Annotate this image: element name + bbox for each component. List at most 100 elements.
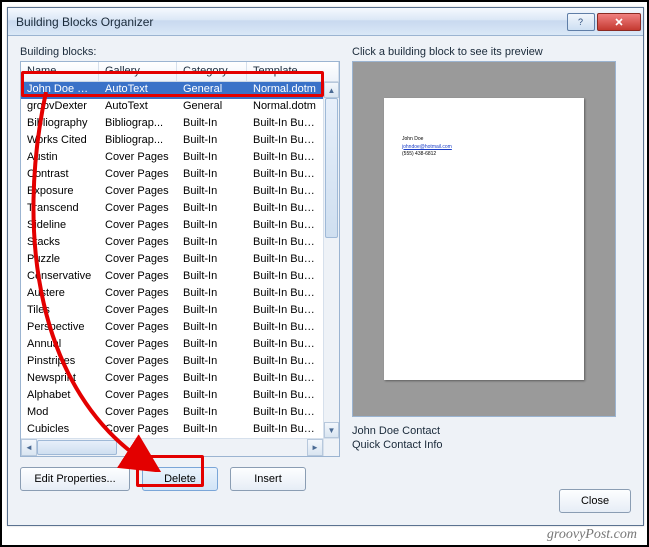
table-row[interactable]: ConservativeCover PagesBuilt-InBuilt-In …: [21, 269, 323, 286]
horizontal-scrollbar[interactable]: ◄ ►: [21, 438, 323, 456]
cell-category: Built-In: [177, 184, 247, 201]
table-row[interactable]: John Doe C...AutoTextGeneralNormal.dotm: [21, 82, 323, 99]
preview-box: John Doe johndoe@hotmail.com (555) 438-6…: [352, 61, 616, 417]
watermark: groovyPost.com: [547, 527, 637, 543]
edit-properties-button[interactable]: Edit Properties...: [20, 467, 130, 491]
cell-category: Built-In: [177, 252, 247, 269]
col-category[interactable]: Category: [177, 62, 247, 81]
scroll-thumb[interactable]: [325, 98, 338, 238]
dialog-building-blocks-organizer: Building Blocks Organizer ? Building blo…: [7, 7, 644, 526]
cell-name: Austere: [21, 286, 99, 303]
left-buttons: Edit Properties... Delete Insert: [20, 467, 340, 491]
cell-gallery: Bibliograp...: [99, 133, 177, 150]
cell-gallery: Cover Pages: [99, 150, 177, 167]
hscroll-thumb[interactable]: [37, 440, 117, 455]
cell-gallery: Cover Pages: [99, 252, 177, 269]
col-template[interactable]: Template: [247, 62, 339, 81]
left-pane: Building blocks: Name Gallery Category T…: [20, 46, 340, 491]
scroll-right-button[interactable]: ►: [307, 439, 323, 456]
titlebar[interactable]: Building Blocks Organizer ?: [8, 8, 643, 36]
cell-gallery: Bibliograp...: [99, 116, 177, 133]
cell-name: Alphabet: [21, 388, 99, 405]
cell-name: Cubicles: [21, 422, 99, 438]
table-row[interactable]: PuzzleCover PagesBuilt-InBuilt-In Buil..…: [21, 252, 323, 269]
table-row[interactable]: groovDexterAutoTextGeneralNormal.dotm: [21, 99, 323, 116]
cell-name: Contrast: [21, 167, 99, 184]
table-row[interactable]: SidelineCover PagesBuilt-InBuilt-In Buil…: [21, 218, 323, 235]
cell-category: General: [177, 82, 247, 99]
cell-name: Austin: [21, 150, 99, 167]
delete-button[interactable]: Delete: [142, 467, 218, 491]
scroll-down-button[interactable]: ▼: [324, 422, 339, 438]
cell-template: Built-In Buil...: [247, 235, 323, 252]
table-row[interactable]: AlphabetCover PagesBuilt-InBuilt-In Buil…: [21, 388, 323, 405]
cell-template: Built-In Buil...: [247, 116, 323, 133]
cell-template: Built-In Buil...: [247, 422, 323, 438]
table-row[interactable]: AustereCover PagesBuilt-InBuilt-In Buil.…: [21, 286, 323, 303]
table-row[interactable]: ContrastCover PagesBuilt-InBuilt-In Buil…: [21, 167, 323, 184]
table-row[interactable]: Works CitedBibliograp...Built-InBuilt-In…: [21, 133, 323, 150]
preview-name: John Doe Contact: [352, 425, 631, 437]
cell-gallery: AutoText: [99, 99, 177, 116]
preview-label: Click a building block to see its previe…: [352, 46, 631, 58]
help-button[interactable]: ?: [567, 13, 595, 31]
cell-category: Built-In: [177, 116, 247, 133]
cell-template: Built-In Buil...: [247, 303, 323, 320]
cell-category: Built-In: [177, 133, 247, 150]
right-pane: Click a building block to see its previe…: [352, 46, 631, 451]
hscroll-track[interactable]: [37, 439, 307, 456]
footer-buttons: Close: [559, 489, 631, 513]
cell-template: Built-In Buil...: [247, 218, 323, 235]
cell-template: Built-In Buil...: [247, 201, 323, 218]
table-row[interactable]: BibliographyBibliograp...Built-InBuilt-I…: [21, 116, 323, 133]
table-row[interactable]: ModCover PagesBuilt-InBuilt-In Buil...: [21, 405, 323, 422]
table-row[interactable]: NewsprintCover PagesBuilt-InBuilt-In Bui…: [21, 371, 323, 388]
window-title: Building Blocks Organizer: [16, 15, 153, 29]
close-window-button[interactable]: [597, 13, 641, 31]
cell-template: Built-In Buil...: [247, 371, 323, 388]
cell-template: Built-In Buil...: [247, 320, 323, 337]
table-row[interactable]: TilesCover PagesBuilt-InBuilt-In Buil...: [21, 303, 323, 320]
cell-category: Built-In: [177, 286, 247, 303]
col-name[interactable]: Name: [21, 62, 99, 81]
scroll-left-button[interactable]: ◄: [21, 439, 37, 456]
scroll-corner: [323, 438, 339, 456]
cell-name: Newsprint: [21, 371, 99, 388]
cell-template: Built-In Buil...: [247, 133, 323, 150]
vertical-scrollbar[interactable]: ▲ ▼: [323, 82, 339, 438]
cell-name: Exposure: [21, 184, 99, 201]
cell-name: Pinstripes: [21, 354, 99, 371]
cell-name: Annual: [21, 337, 99, 354]
table-row[interactable]: TranscendCover PagesBuilt-InBuilt-In Bui…: [21, 201, 323, 218]
cell-name: Bibliography: [21, 116, 99, 133]
table-row[interactable]: ExposureCover PagesBuilt-InBuilt-In Buil…: [21, 184, 323, 201]
cell-template: Built-In Buil...: [247, 337, 323, 354]
close-button[interactable]: Close: [559, 489, 631, 513]
cell-gallery: Cover Pages: [99, 388, 177, 405]
table-row[interactable]: PinstripesCover PagesBuilt-InBuilt-In Bu…: [21, 354, 323, 371]
scroll-up-button[interactable]: ▲: [324, 82, 339, 98]
table-row[interactable]: PerspectiveCover PagesBuilt-InBuilt-In B…: [21, 320, 323, 337]
cell-template: Built-In Buil...: [247, 405, 323, 422]
table-row[interactable]: AustinCover PagesBuilt-InBuilt-In Buil..…: [21, 150, 323, 167]
cell-gallery: Cover Pages: [99, 337, 177, 354]
col-gallery[interactable]: Gallery: [99, 62, 177, 81]
preview-line-2: johndoe@hotmail.com: [402, 144, 566, 152]
scroll-track[interactable]: [324, 98, 339, 422]
cell-category: Built-In: [177, 320, 247, 337]
cell-template: Normal.dotm: [247, 82, 323, 99]
cell-template: Built-In Buil...: [247, 184, 323, 201]
table-body: John Doe C...AutoTextGeneralNormal.dotmg…: [21, 82, 323, 438]
preview-description: Quick Contact Info: [352, 439, 631, 451]
insert-button[interactable]: Insert: [230, 467, 306, 491]
table-header: Name Gallery Category Template: [21, 62, 339, 82]
table-row[interactable]: CubiclesCover PagesBuilt-InBuilt-In Buil…: [21, 422, 323, 438]
cell-category: Built-In: [177, 150, 247, 167]
cell-template: Built-In Buil...: [247, 269, 323, 286]
cell-category: Built-In: [177, 218, 247, 235]
table-row[interactable]: StacksCover PagesBuilt-InBuilt-In Buil..…: [21, 235, 323, 252]
cell-name: Puzzle: [21, 252, 99, 269]
cell-template: Built-In Buil...: [247, 167, 323, 184]
table-row[interactable]: AnnualCover PagesBuilt-InBuilt-In Buil..…: [21, 337, 323, 354]
cell-name: groovDexter: [21, 99, 99, 116]
